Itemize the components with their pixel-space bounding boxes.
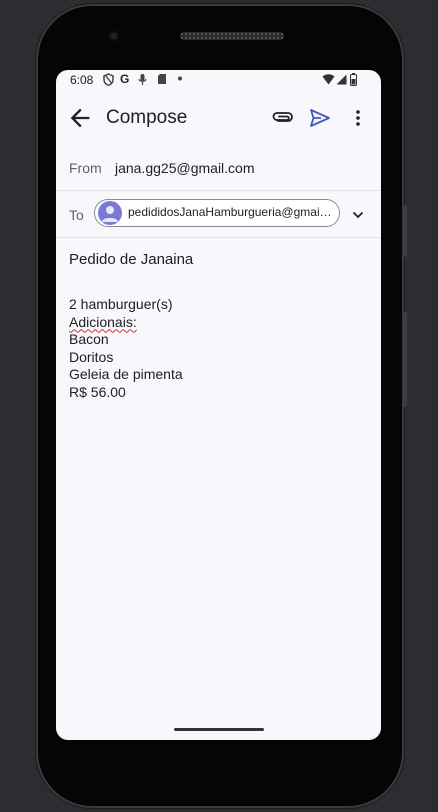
status-time: 6:08 [70,73,94,87]
chevron-down-icon [352,211,364,219]
power-button [403,205,407,257]
expand-recipients-button[interactable] [348,205,368,225]
attach-button[interactable] [269,104,297,132]
more-options-button[interactable] [348,104,368,132]
back-button[interactable] [66,104,94,132]
volume-button [403,312,407,407]
person-icon [102,206,118,222]
wifi-icon [322,74,335,89]
subject-field[interactable]: Pedido de Janaina [69,251,193,268]
recipient-chip[interactable]: pedididosJanaHamburgueria@gmail.com [94,199,340,227]
body-line: Geleia de pimenta [69,366,183,383]
body-line: Doritos [69,348,114,365]
recipient-email: pedididosJanaHamburgueria@gmail.com [128,205,333,219]
to-label: To [69,207,84,223]
earpiece-speaker [180,32,284,40]
from-email[interactable]: jana.gg25@gmail.com [115,160,255,176]
battery-icon [350,73,357,90]
back-arrow-icon [70,108,90,128]
shield-icon [103,73,114,90]
to-row[interactable]: To pedididosJanaHamburgueria@gmail.com [56,191,381,238]
sd-card-icon [157,73,167,89]
google-g-icon: G [120,72,130,86]
attachment-icon [272,112,293,122]
screen: 6:08 G Compose From jana.gg25@gmail.com … [56,70,381,740]
body-line: 2 hamburguer(s) [69,296,173,312]
body-line: Bacon [69,331,109,348]
body-line: Adicionais: [69,313,137,330]
send-button[interactable] [306,104,334,132]
mic-icon [138,73,147,90]
body-line: R$ 56.00 [69,383,126,400]
front-camera [109,31,119,41]
dot-icon [177,72,183,89]
app-bar: Compose [56,94,381,142]
message-body[interactable]: 2 hamburguer(s) Adicionais: Bacon Dorito… [69,296,183,402]
from-label: From [69,160,102,176]
avatar [98,201,122,225]
send-icon [310,109,330,127]
home-indicator[interactable] [174,728,264,731]
signal-icon [336,74,347,89]
page-title: Compose [106,107,188,128]
more-vert-icon [356,110,360,126]
from-row[interactable]: From jana.gg25@gmail.com [56,150,381,191]
status-bar: 6:08 G [56,70,381,90]
